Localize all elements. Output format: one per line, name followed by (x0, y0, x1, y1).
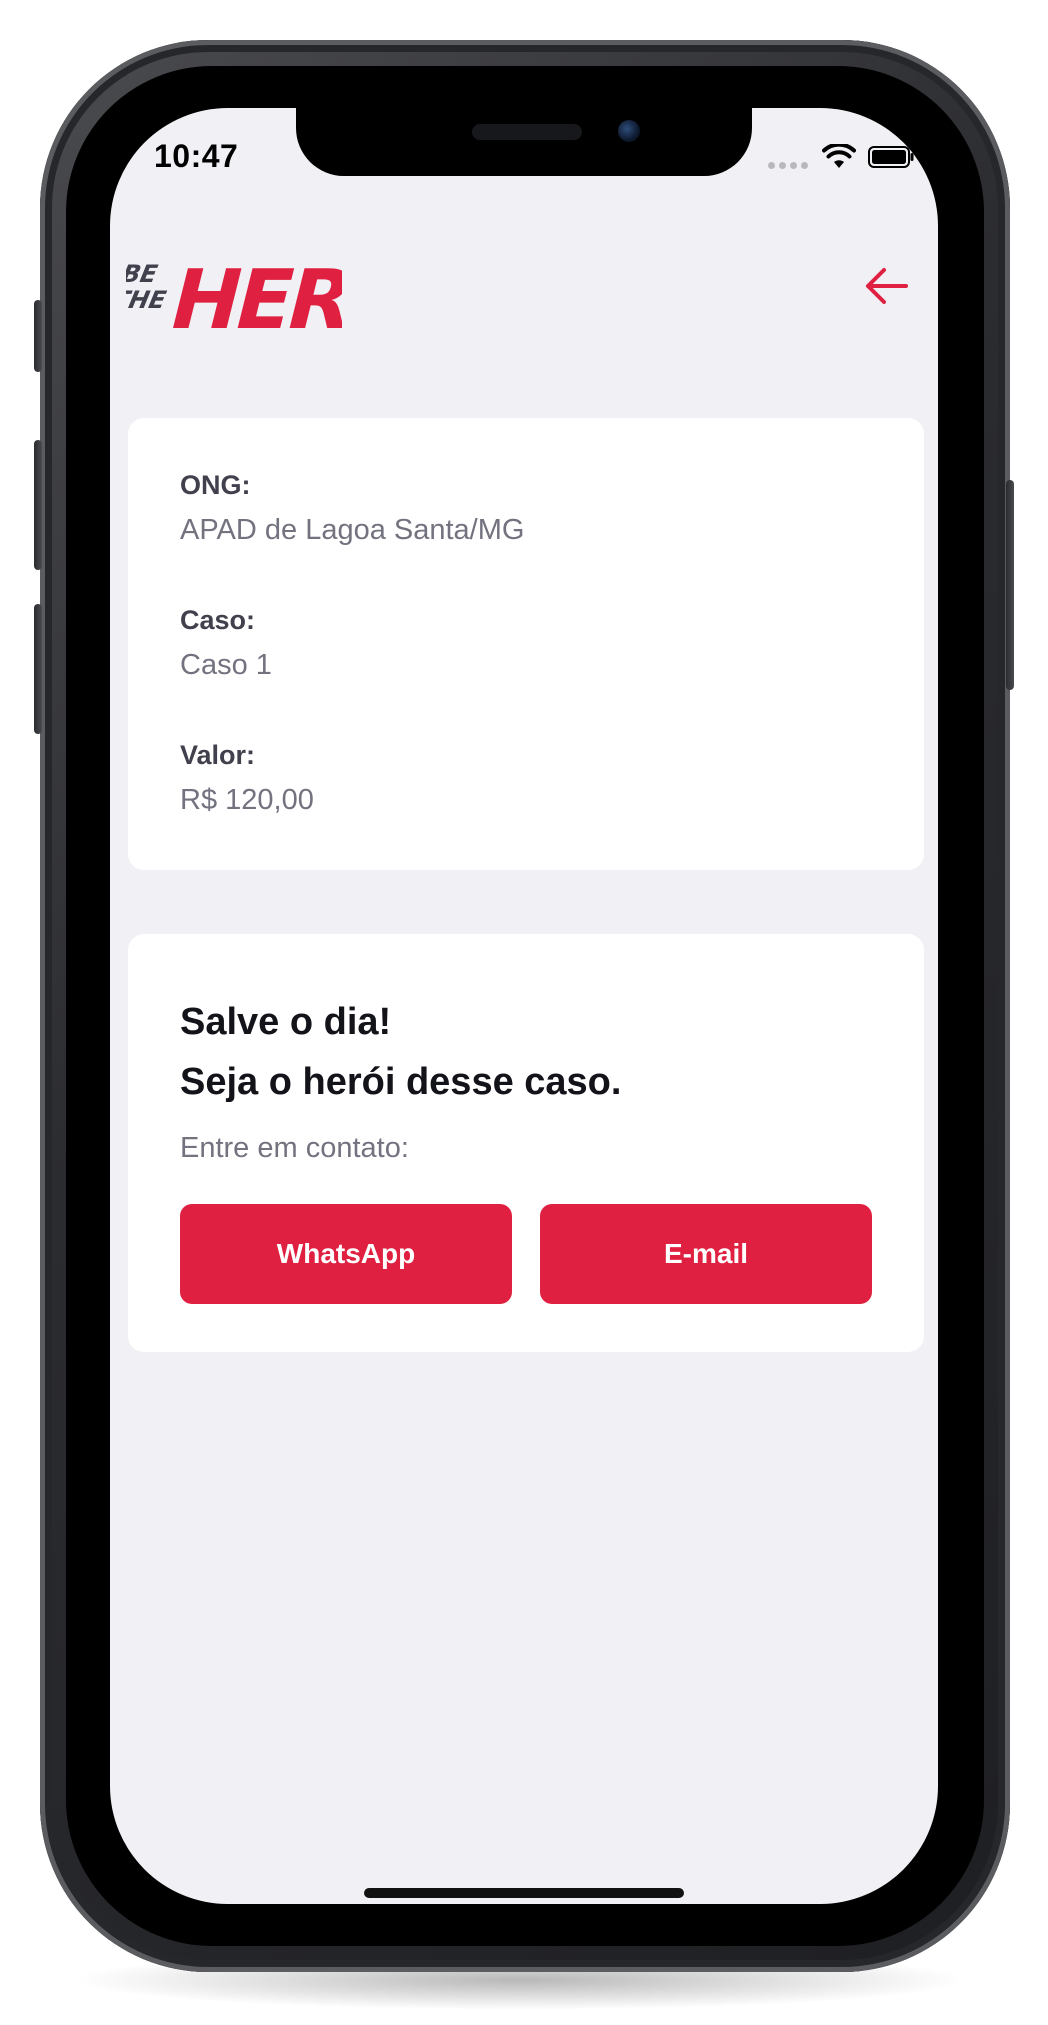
power-button (1006, 480, 1014, 690)
svg-text:HERO: HERO (161, 252, 342, 338)
whatsapp-button-label: WhatsApp (276, 1238, 416, 1269)
value-label: Valor: (180, 740, 256, 770)
battery-icon (868, 146, 914, 168)
contact-title: Salve o dia! Seja o herói desse caso. (180, 992, 621, 1112)
back-button[interactable] (858, 258, 914, 314)
cellular-signal-icon (768, 162, 810, 170)
home-indicator[interactable] (364, 1888, 684, 1898)
volume-down-button (34, 604, 42, 734)
svg-text:BE: BE (126, 259, 161, 288)
email-button-label: E-mail (663, 1238, 749, 1269)
whatsapp-button[interactable]: WhatsApp (180, 1204, 512, 1304)
ong-label: ONG: (180, 470, 251, 500)
mute-switch (34, 300, 42, 372)
case-details-card: ONG: APAD de Lagoa Santa/MG Caso: Caso 1… (128, 418, 924, 870)
contact-title-line1: Salve o dia! (180, 1001, 392, 1043)
case-label: Caso: (180, 605, 256, 635)
contact-description: Entre em contato: (180, 1132, 409, 1164)
email-button[interactable]: E-mail (540, 1204, 872, 1304)
volume-up-button (34, 440, 42, 570)
wifi-icon (822, 144, 856, 168)
status-time: 10:47 (154, 138, 239, 174)
arrow-left-icon (866, 268, 908, 304)
ong-value: APAD de Lagoa Santa/MG (180, 514, 525, 546)
svg-text:THE: THE (126, 285, 169, 314)
contact-title-line2: Seja o herói desse caso. (180, 1061, 622, 1103)
front-camera (618, 120, 640, 142)
speaker-grille (472, 124, 582, 140)
be-the-hero-logo: BE THE HERO (126, 252, 342, 338)
notch (296, 108, 752, 176)
case-value: Caso 1 (180, 649, 272, 681)
value-amount: R$ 120,00 (180, 784, 314, 816)
contact-card: Salve o dia! Seja o herói desse caso. En… (128, 934, 924, 1352)
app-screen: 10:47 BE THE HERO ONG: APAD de Lagoa San (110, 108, 938, 1904)
